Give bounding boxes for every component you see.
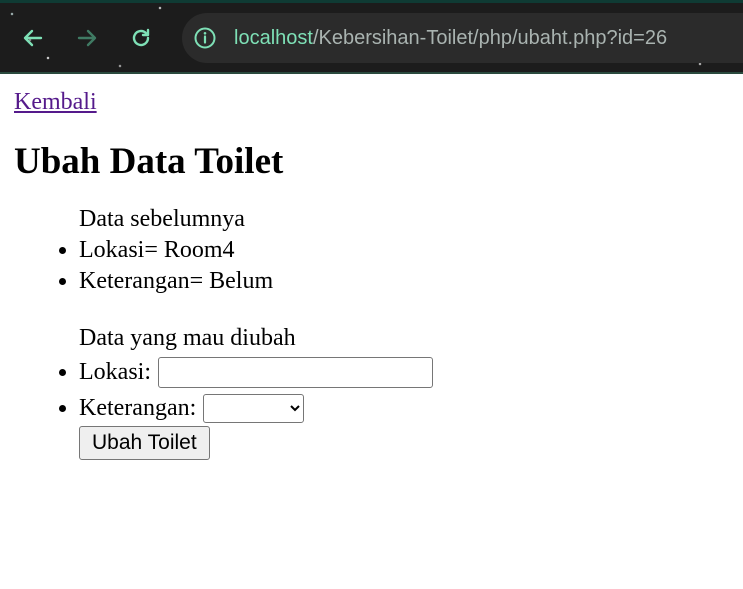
address-bar[interactable]: localhost/Kebersihan-Toilet/php/ubaht.ph… [182, 13, 743, 63]
previous-keterangan-item: Keterangan= Belum [79, 266, 743, 297]
previous-data-label: Data sebelumnya [79, 206, 245, 232]
submit-row: Ubah Toilet [79, 426, 743, 460]
forward-button[interactable] [71, 22, 103, 54]
tab-strip-edge [0, 0, 743, 3]
browser-toolbar: localhost/Kebersihan-Toilet/php/ubaht.ph… [0, 0, 743, 74]
toilet-form-list: Data sebelumnya Lokasi= Room4 Keterangan… [14, 204, 743, 460]
keterangan-label: Keterangan: [79, 395, 197, 421]
lokasi-input[interactable] [158, 356, 433, 388]
arrow-right-icon [77, 29, 97, 47]
reload-icon [132, 28, 150, 47]
page-title: Ubah Data Toilet [14, 141, 284, 182]
lokasi-label: Lokasi: [79, 359, 151, 385]
url-host: localhost [234, 26, 313, 49]
page-content: Kembali Ubah Data Toilet Data sebelumnya… [0, 74, 743, 460]
arrow-left-icon [23, 29, 43, 47]
site-info-icon[interactable] [192, 25, 218, 51]
back-link[interactable]: Kembali [14, 88, 97, 116]
back-button[interactable] [17, 22, 49, 54]
reload-button[interactable] [125, 22, 157, 54]
previous-lokasi-item: Lokasi= Room4 [79, 235, 743, 266]
url-path: /Kebersihan-Toilet/php/ubaht.php?id=26 [312, 26, 668, 49]
keterangan-select[interactable] [203, 393, 305, 423]
new-data-label: Data yang mau diubah [79, 325, 296, 351]
ubah-toilet-button[interactable]: Ubah Toilet [79, 426, 210, 460]
lokasi-field-item: Lokasi: [79, 354, 743, 390]
keterangan-field-item: Keterangan: [79, 390, 743, 426]
